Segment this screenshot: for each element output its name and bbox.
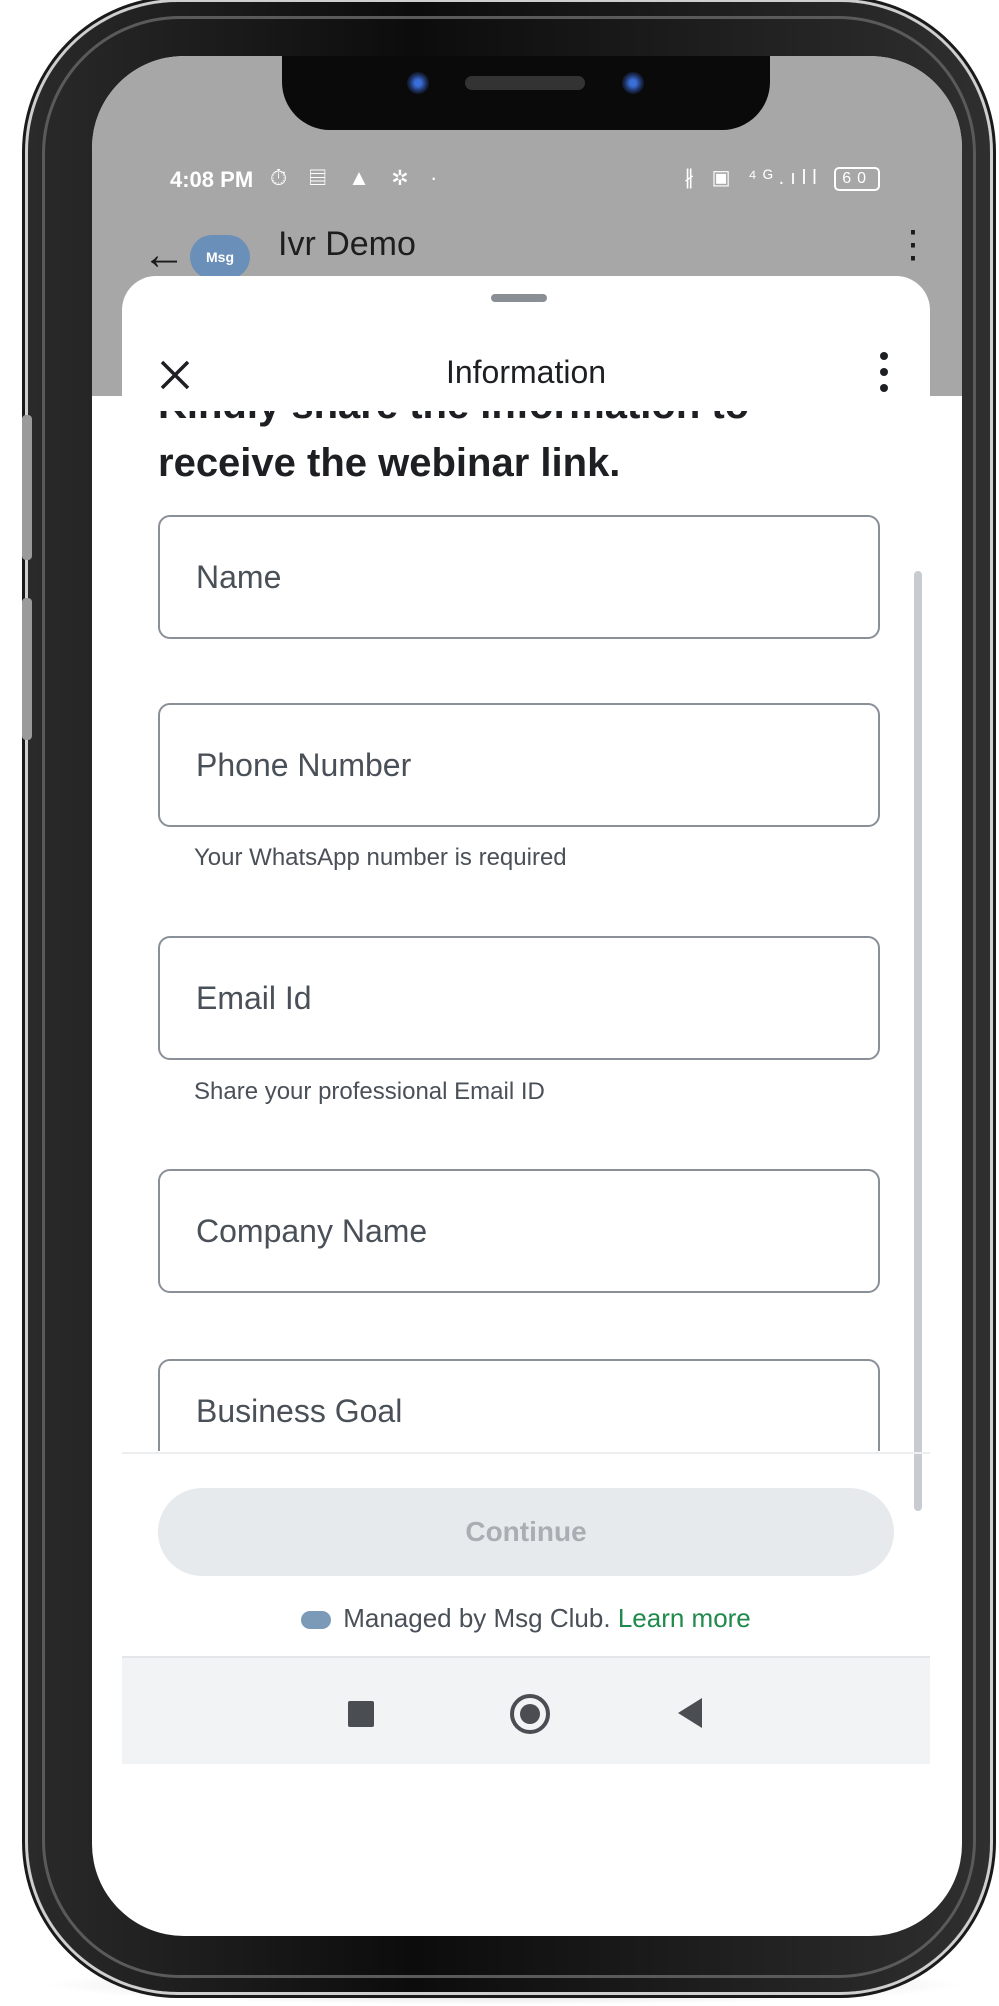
- learn-more-link[interactable]: Learn more: [618, 1603, 751, 1633]
- managed-by-footer: Managed by Msg Club. Learn more: [122, 1603, 930, 1634]
- scrollbar[interactable]: [914, 571, 922, 1511]
- triangle-back-icon[interactable]: [678, 1698, 702, 1728]
- sheet-title: Information: [445, 354, 607, 390]
- phone-helper-text: Your WhatsApp number is required: [194, 844, 567, 871]
- volume-up-button: [22, 415, 32, 560]
- intro-text-cut: Kindly share the information to: [158, 411, 749, 429]
- circle-icon[interactable]: [510, 1694, 550, 1734]
- name-field[interactable]: Name: [158, 515, 880, 639]
- system-nav-bar: [122, 1656, 930, 1764]
- email-helper-text: Share your professional Email ID: [194, 1078, 545, 1105]
- msg-club-logo-icon: [301, 1611, 332, 1630]
- form-heading: receive the webinar link.: [158, 441, 621, 485]
- square-icon[interactable]: [348, 1701, 374, 1727]
- footer-divider: [122, 1452, 930, 1454]
- chat-title: Ivr Demo: [278, 225, 416, 263]
- information-sheet: Information Kindly share the information…: [122, 276, 930, 1656]
- more-vert-icon[interactable]: [878, 352, 890, 396]
- continue-button[interactable]: Continue: [158, 1488, 894, 1576]
- camera-icon: [622, 72, 644, 94]
- camera-icon: [407, 72, 429, 94]
- managed-by-text: Managed by Msg Club.: [343, 1603, 611, 1633]
- more-vert-icon[interactable]: ⋮: [894, 226, 932, 264]
- business-goal-field[interactable]: Business Goal: [158, 1359, 880, 1451]
- form-scroll-area[interactable]: Kindly share the information to receive …: [122, 411, 930, 1451]
- drag-handle[interactable]: [491, 294, 547, 302]
- signal-icons: ∦ ▣ ⁴ᴳ.ıll: [684, 167, 823, 189]
- company-name-field[interactable]: Company Name: [158, 1169, 880, 1293]
- battery-icon: 60: [834, 166, 880, 191]
- notification-icons: ⏱ ▤ ▲ ✲ ·: [270, 165, 446, 190]
- back-arrow-icon[interactable]: ←: [142, 233, 186, 277]
- system-icons: ∦ ▣ ⁴ᴳ.ıll 60: [684, 165, 880, 191]
- camera-notch: [282, 56, 770, 130]
- app-logo: Msg: [190, 235, 250, 279]
- speaker-grille: [465, 76, 585, 90]
- status-bar: 4:08 PM ⏱ ▤ ▲ ✲ · ∦ ▣ ⁴ᴳ.ıll 60: [170, 161, 880, 201]
- phone-screen: 4:08 PM ⏱ ▤ ▲ ✲ · ∦ ▣ ⁴ᴳ.ıll 60 ← Msg Iv…: [92, 56, 962, 1936]
- status-time: 4:08 PM: [170, 167, 254, 192]
- volume-down-button: [22, 598, 32, 740]
- phone-number-field[interactable]: Phone Number: [158, 703, 880, 827]
- email-field[interactable]: Email Id: [158, 936, 880, 1060]
